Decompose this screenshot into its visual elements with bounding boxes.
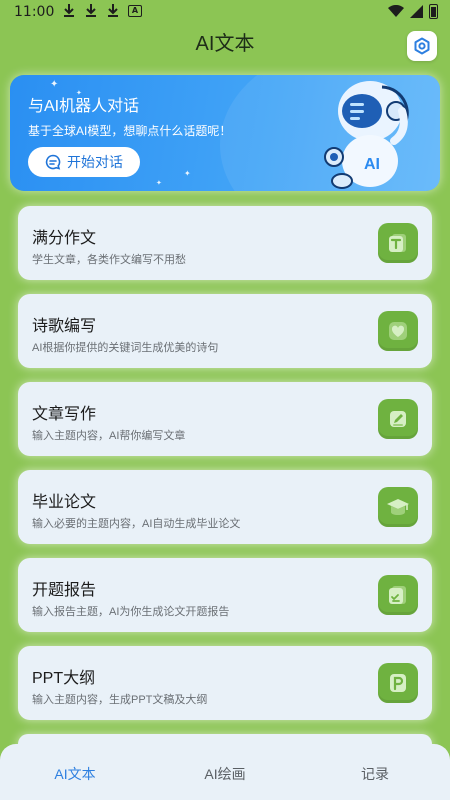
system-status-icons (388, 4, 438, 19)
card-description: 输入主题内容，生成PPT文稿及大纲 (32, 694, 208, 706)
card-ppt-outline[interactable]: PPT大纲 输入主题内容，生成PPT文稿及大纲 (18, 646, 432, 720)
app-notification-icon: A (128, 5, 142, 17)
download-icon (62, 3, 76, 21)
robot-illustration: AI (324, 81, 409, 189)
nav-tab-ai-drawing[interactable]: AI绘画 (150, 744, 300, 800)
download-icon (106, 3, 120, 21)
battery-icon (429, 4, 438, 19)
start-chat-button[interactable]: 开始对话 (28, 147, 140, 177)
signal-icon (410, 5, 423, 18)
text-doc-icon (378, 223, 418, 263)
card-title: 诗歌编写 (32, 318, 97, 335)
notification-icons: A (62, 3, 142, 21)
wifi-icon (388, 5, 404, 17)
banner-subtitle: 基于全球AI模型，想聊点什么话题呢！ (28, 124, 232, 138)
card-description: 学生文章，各类作文编写不用愁 (32, 254, 186, 266)
card-description: 输入报告主题，AI为你生成论文开题报告 (32, 606, 230, 618)
nav-tab-ai-text[interactable]: AI文本 (0, 744, 150, 800)
card-proposal[interactable]: 开题报告 输入报告主题，AI为你生成论文开题报告 (18, 558, 432, 632)
card-description: 输入主题内容，AI帮你编写文章 (32, 430, 186, 442)
nav-tab-records[interactable]: 记录 (300, 744, 450, 800)
bottom-nav: AI文本 AI绘画 记录 (0, 744, 450, 800)
card-poetry[interactable]: 诗歌编写 AI根据你提供的关键词生成优美的诗句 (18, 294, 432, 368)
start-chat-label: 开始对话 (67, 154, 123, 170)
card-article[interactable]: 文章写作 输入主题内容，AI帮你编写文章 (18, 382, 432, 456)
sparkle-icon: ✦ (184, 169, 191, 178)
card-essay[interactable]: 满分作文 学生文章，各类作文编写不用愁 (18, 206, 432, 280)
report-doc-icon (378, 575, 418, 615)
card-title: 开题报告 (32, 582, 97, 599)
card-title: 满分作文 (32, 230, 97, 247)
robot-chest-label: AI (364, 156, 380, 173)
download-icon (84, 3, 98, 21)
pen-edit-icon (378, 399, 418, 439)
chat-bubble-icon (45, 154, 61, 170)
banner-title: 与AI机器人对话 (28, 98, 140, 115)
page-title: AI文本 (195, 33, 255, 55)
settings-icon (414, 37, 430, 55)
sparkle-icon: ✦ (156, 179, 162, 187)
status-time: 11:00 (14, 4, 55, 20)
graduation-cap-icon (378, 487, 418, 527)
ai-chat-banner[interactable]: ✦ ✦ ✦ ✦ 与AI机器人对话 基于全球AI模型，想聊点什么话题呢！ 开始对话… (10, 75, 440, 191)
card-title: PPT大纲 (32, 670, 96, 687)
card-title: 毕业论文 (32, 494, 97, 511)
status-bar: 11:00 A (0, 0, 450, 26)
ppt-icon (378, 663, 418, 703)
sparkle-icon: ✦ (50, 79, 59, 90)
heart-icon (378, 311, 418, 351)
card-description: AI根据你提供的关键词生成优美的诗句 (32, 342, 219, 354)
card-thesis[interactable]: 毕业论文 输入必要的主题内容，AI自动生成毕业论文 (18, 470, 432, 544)
card-title: 文章写作 (32, 406, 97, 423)
card-description: 输入必要的主题内容，AI自动生成毕业论文 (32, 518, 241, 530)
settings-button[interactable] (407, 31, 437, 61)
